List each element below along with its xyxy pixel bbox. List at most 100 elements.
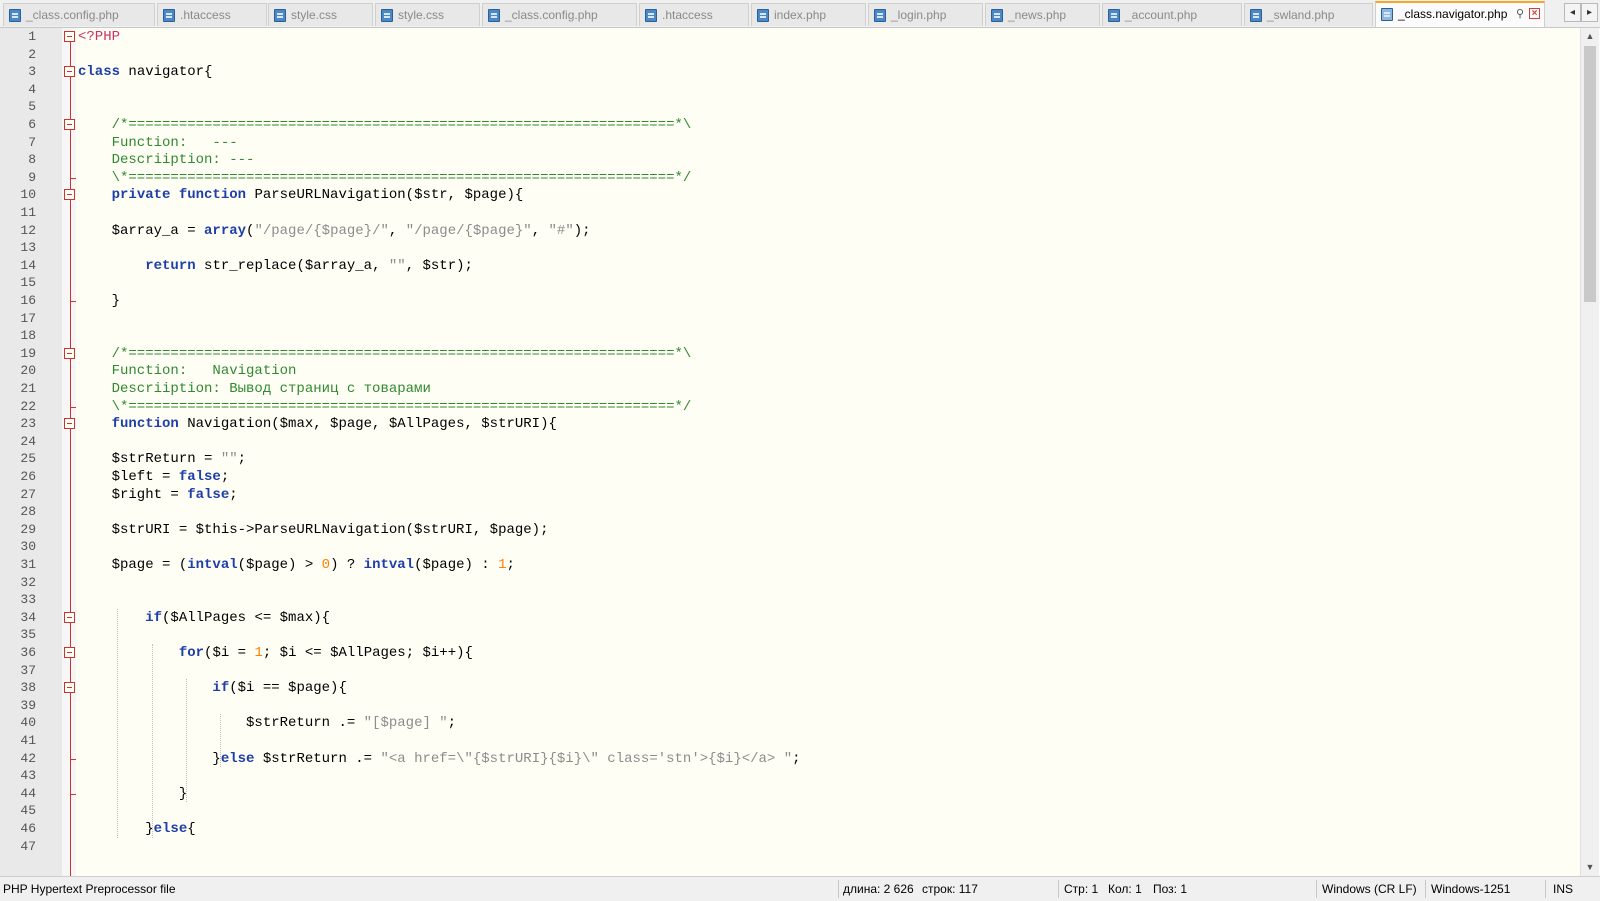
status-encoding[interactable]: Windows-1251	[1431, 878, 1510, 900]
fold-toggle-icon[interactable]	[64, 611, 75, 623]
tab-file[interactable]: style.css	[375, 3, 480, 26]
code-line[interactable]: 9 \*====================================…	[0, 169, 1580, 187]
code-line[interactable]: 12 $array_a = array("/page/{$page}/", "/…	[0, 222, 1580, 240]
code-line[interactable]: 40 $strReturn .= "[$page] ";	[0, 714, 1580, 732]
code-line[interactable]: 20 Function: Navigation	[0, 362, 1580, 380]
code-line[interactable]: 3 class navigator{	[0, 63, 1580, 81]
code-line[interactable]: 13	[0, 239, 1580, 257]
code-area[interactable]: 1 <?PHP 2 3 class navigator{4 5 6 /*==========…	[0, 28, 1580, 876]
code-line[interactable]: 33	[0, 591, 1580, 609]
code-line[interactable]: 30	[0, 538, 1580, 556]
fold-toggle-icon[interactable]	[64, 682, 75, 694]
fold-toggle-icon[interactable]	[64, 347, 75, 359]
tab-file[interactable]: .htaccess	[157, 3, 267, 26]
fold-toggle-icon[interactable]	[64, 119, 75, 130]
tab-file[interactable]: style.css	[268, 3, 373, 26]
code-line[interactable]: 22 \*===================================…	[0, 398, 1580, 416]
code-line[interactable]: 34 if($AllPages <= $max){	[0, 609, 1580, 627]
line-number: 1	[28, 29, 36, 44]
fold-toggle-icon[interactable]	[64, 647, 75, 658]
fold-toggle-icon[interactable]	[64, 189, 75, 201]
code-line[interactable]: 36 for($i = 1; $i <= $AllPages; $i++){	[0, 644, 1580, 662]
code-line[interactable]: 35	[0, 626, 1580, 644]
tab-scroll-left-button[interactable]: ◂	[1564, 3, 1581, 22]
scroll-down-arrow-icon[interactable]: ▼	[1581, 859, 1599, 876]
line-number: 7	[28, 134, 36, 150]
line-number: 29	[20, 521, 36, 537]
code-line[interactable]: 21 Descriiption: Вывод страниц с товарам…	[0, 380, 1580, 398]
fold-toggle-icon[interactable]	[64, 66, 75, 78]
code-line[interactable]: 7 Function: ---	[0, 134, 1580, 152]
code-line[interactable]: 29 $strURI = $this->ParseURLNavigation($…	[0, 521, 1580, 539]
tab-scroll-right-button[interactable]: ▸	[1581, 3, 1598, 22]
close-tab-icon[interactable]: ×	[1529, 8, 1540, 19]
status-bar: PHP Hypertext Preprocessor file длина: 2…	[0, 876, 1600, 901]
code-line[interactable]: 27 $right = false;	[0, 486, 1580, 504]
code-text: $strReturn = "";	[78, 451, 247, 468]
code-line[interactable]: 5	[0, 98, 1580, 116]
code-line[interactable]: 46 }else{	[0, 820, 1580, 838]
status-pos: Поз: 1	[1153, 882, 1188, 896]
file-icon	[1108, 9, 1120, 22]
tab-file[interactable]: _class.config.php	[482, 3, 637, 26]
code-line[interactable]: 37	[0, 662, 1580, 680]
tab-file[interactable]: _account.php	[1102, 3, 1242, 26]
pin-icon[interactable]: ⚲	[1516, 3, 1524, 25]
code-line[interactable]: 28	[0, 503, 1580, 521]
code-line[interactable]: 38 if($i == $page){	[0, 679, 1580, 697]
scroll-up-arrow-icon[interactable]: ▲	[1581, 28, 1599, 45]
tab-file[interactable]: _news.php	[985, 3, 1100, 26]
file-icon	[1250, 9, 1262, 22]
tab-file[interactable]: _class.navigator.php ⚲ ×	[1375, 1, 1545, 27]
tab-file[interactable]: _login.php	[868, 3, 983, 26]
vertical-scrollbar[interactable]: ▲ ▼	[1580, 28, 1599, 876]
code-text: $page = (intval($page) > 0) ? intval($pa…	[78, 557, 515, 573]
code-line[interactable]: 8 Descriiption: ---	[0, 151, 1580, 169]
code-line[interactable]: 18	[0, 327, 1580, 345]
line-number: 22	[20, 398, 36, 414]
code-line[interactable]: 2	[0, 46, 1580, 64]
code-line[interactable]: 17	[0, 310, 1580, 328]
code-line[interactable]: 25 $strReturn = "";	[0, 450, 1580, 468]
indent-guide	[117, 608, 118, 838]
code-line[interactable]: 15	[0, 274, 1580, 292]
fold-toggle-icon[interactable]	[64, 418, 75, 430]
code-line[interactable]: 24	[0, 433, 1580, 451]
code-line[interactable]: 32	[0, 574, 1580, 592]
code-editor[interactable]: 1 <?PHP 2 3 class navigator{4 5 6 /*==========…	[0, 28, 1600, 876]
line-number: 3	[28, 64, 36, 80]
code-line[interactable]: 14 return str_replace($array_a, "", $str…	[0, 257, 1580, 275]
line-number: 18	[20, 328, 36, 344]
fold-toggle-icon[interactable]	[64, 31, 75, 42]
code-line[interactable]: 44 }	[0, 785, 1580, 803]
code-line[interactable]: 6 /*====================================…	[0, 116, 1580, 134]
tab-file[interactable]: .htaccess	[639, 3, 749, 26]
code-line[interactable]: 4	[0, 81, 1580, 99]
code-line[interactable]: 45	[0, 802, 1580, 820]
code-line[interactable]: 39	[0, 697, 1580, 715]
code-line[interactable]: 26 $left = false;	[0, 468, 1580, 486]
code-line[interactable]: 1 <?PHP	[0, 28, 1580, 46]
code-line[interactable]: 10 private function ParseURLNavigation($…	[0, 186, 1580, 204]
scrollbar-thumb[interactable]	[1584, 46, 1596, 302]
code-line[interactable]: 19 /*===================================…	[0, 345, 1580, 363]
line-number: 45	[20, 803, 36, 819]
tab-file[interactable]: _class.config.php	[3, 3, 155, 26]
code-line[interactable]: 43	[0, 767, 1580, 785]
code-line[interactable]: 41	[0, 732, 1580, 750]
status-insert-mode[interactable]: INS	[1553, 878, 1573, 900]
tab-file[interactable]: index.php	[751, 3, 866, 26]
code-line[interactable]: 31 $page = (intval($page) > 0) ? intval(…	[0, 556, 1580, 574]
status-eol[interactable]: Windows (CR LF)	[1322, 878, 1417, 900]
line-number: 34	[20, 609, 36, 625]
tab-file[interactable]: _swland.php	[1244, 3, 1373, 26]
code-line[interactable]: 23 function Navigation($max, $page, $All…	[0, 415, 1580, 433]
code-line[interactable]: 16 }	[0, 292, 1580, 310]
code-line[interactable]: 11	[0, 204, 1580, 222]
line-number: 30	[20, 539, 36, 555]
line-number: 20	[20, 363, 36, 379]
code-line[interactable]: 42 }else $strReturn .= "<a href=\"{$strU…	[0, 750, 1580, 768]
code-line[interactable]: 47	[0, 838, 1580, 856]
file-icon	[1381, 8, 1393, 21]
line-number: 23	[20, 416, 36, 432]
